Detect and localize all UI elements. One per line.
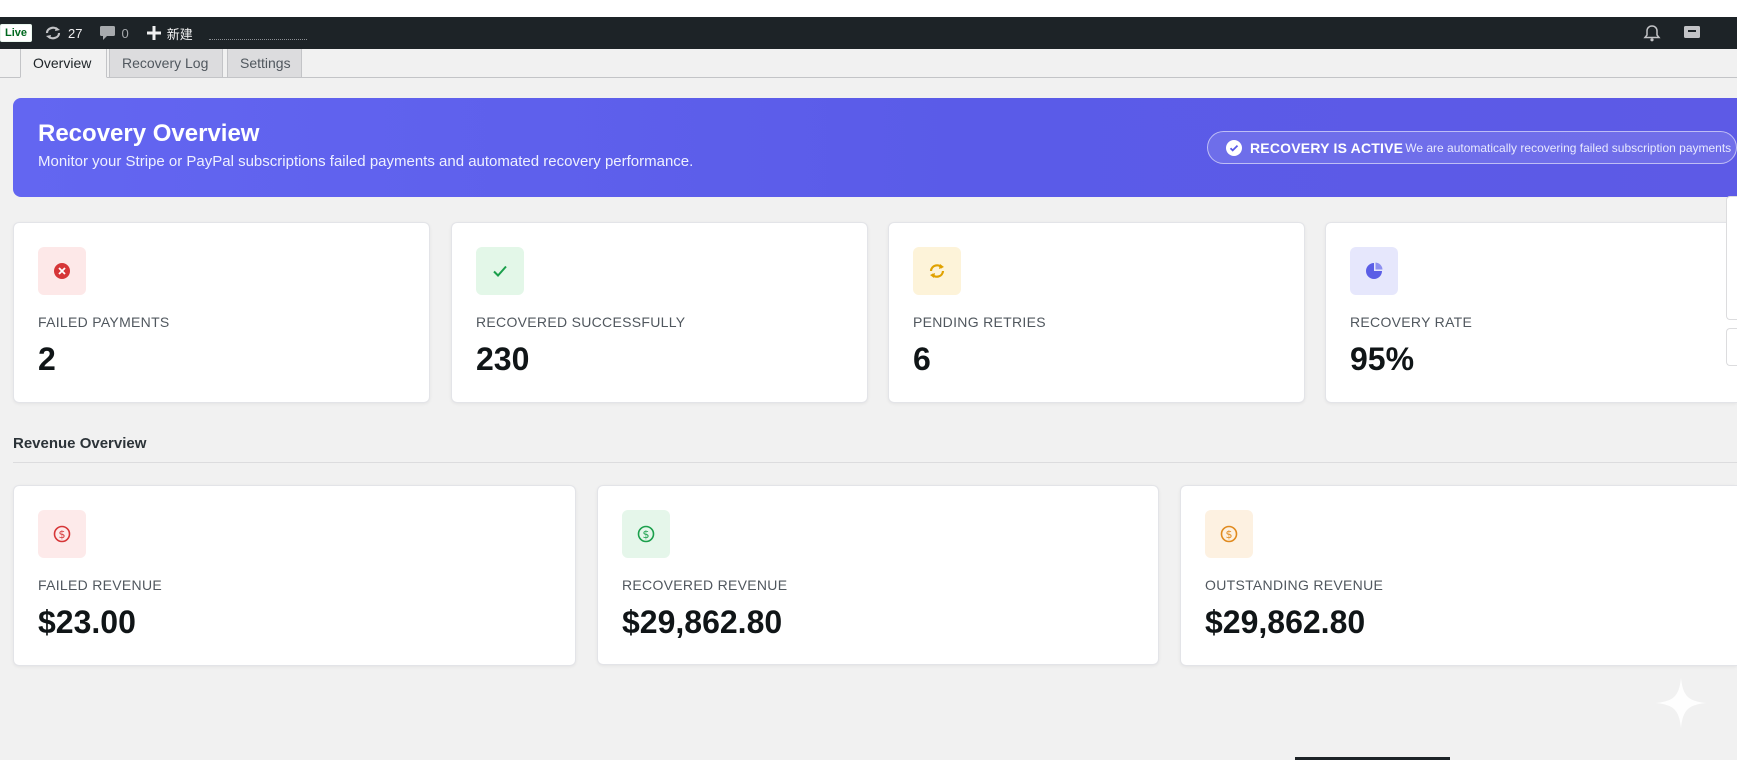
new-label: 新建 (166, 26, 193, 42)
recovery-overview-banner: Recovery Overview Monitor your Stripe or… (13, 98, 1737, 197)
bell-icon[interactable] (1643, 24, 1661, 45)
inbox-icon[interactable] (1683, 24, 1701, 45)
stat-value: 95% (1350, 341, 1415, 377)
tab-label: Overview (33, 55, 92, 71)
dollar-circle-icon: $ (1205, 510, 1253, 558)
comments-menu[interactable]: 0 (100, 25, 129, 41)
stat-value: 230 (476, 341, 530, 377)
revenue-label: RECOVERED REVENUE (622, 577, 788, 593)
live-badge[interactable]: Live (0, 24, 33, 42)
stat-value: 6 (913, 341, 931, 377)
pie-chart-icon (1350, 247, 1398, 295)
revenue-card-outstanding: $ OUTSTANDING REVENUE $29,862.80 (1180, 485, 1737, 666)
section-divider (13, 462, 1737, 463)
revenue-value: $23.00 (38, 604, 136, 640)
revenue-card-failed: $ FAILED REVENUE $23.00 (13, 485, 576, 666)
status-description: We are automatically recovering failed s… (1405, 140, 1732, 155)
revenue-label: FAILED REVENUE (38, 577, 163, 593)
stat-card-recovered-successfully: RECOVERED SUCCESSFULLY 230 (451, 222, 868, 403)
tab-overview[interactable]: Overview (20, 49, 107, 78)
stat-card-failed-payments: FAILED PAYMENTS 2 (13, 222, 430, 403)
recovery-status-badge: RECOVERY IS ACTIVE We are automatically … (1207, 131, 1737, 164)
side-panel-handle[interactable] (1726, 196, 1737, 320)
sparkle-icon (1656, 678, 1706, 733)
comment-icon (100, 26, 116, 40)
revenue-label: OUTSTANDING REVENUE (1205, 577, 1384, 593)
tab-settings[interactable]: Settings (227, 49, 302, 78)
top-strip (0, 0, 1737, 17)
stat-card-recovery-rate: RECOVERY RATE 95% (1325, 222, 1737, 403)
tab-label: Recovery Log (122, 55, 209, 71)
status-label: RECOVERY IS ACTIVE (1250, 139, 1404, 156)
stat-value: 2 (38, 341, 56, 377)
plus-icon (146, 26, 161, 40)
stat-card-pending-retries: PENDING RETRIES 6 (888, 222, 1305, 403)
revenue-card-recovered: $ RECOVERED REVENUE $29,862.80 (597, 485, 1159, 665)
revenue-value: $29,862.80 (1205, 604, 1366, 640)
admin-bar: Live 27 0 新建 (0, 17, 1737, 49)
tab-label: Settings (240, 55, 291, 71)
updates-menu[interactable]: 27 (44, 26, 82, 41)
stat-label: RECOVERY RATE (1350, 314, 1473, 330)
page-title: Recovery Overview (38, 120, 260, 147)
svg-text:$: $ (1226, 528, 1233, 541)
svg-text:$: $ (643, 528, 650, 541)
admin-bar-divider (208, 38, 307, 40)
page-subtitle: Monitor your Stripe or PayPal subscripti… (38, 153, 694, 170)
stat-label: RECOVERED SUCCESSFULLY (476, 314, 686, 330)
dollar-circle-icon: $ (38, 510, 86, 558)
check-circle-icon (1226, 139, 1242, 156)
refresh-icon (913, 247, 961, 295)
revenue-value: $29,862.80 (622, 604, 783, 640)
tab-recovery-log[interactable]: Recovery Log (109, 49, 223, 78)
svg-text:$: $ (59, 528, 66, 541)
tab-bar: Overview Recovery Log Settings (0, 49, 1737, 78)
x-circle-icon (38, 247, 86, 295)
updates-count: 27 (68, 25, 83, 41)
updates-icon (44, 26, 62, 40)
stat-label: FAILED PAYMENTS (38, 314, 170, 330)
comments-count: 0 (121, 25, 129, 41)
side-panel-toggle[interactable] (1726, 328, 1737, 366)
check-icon (476, 247, 524, 295)
section-title-revenue-overview: Revenue Overview (13, 435, 147, 452)
dollar-circle-icon: $ (622, 510, 670, 558)
new-content-menu[interactable]: 新建 (146, 24, 193, 43)
stat-label: PENDING RETRIES (913, 314, 1046, 330)
